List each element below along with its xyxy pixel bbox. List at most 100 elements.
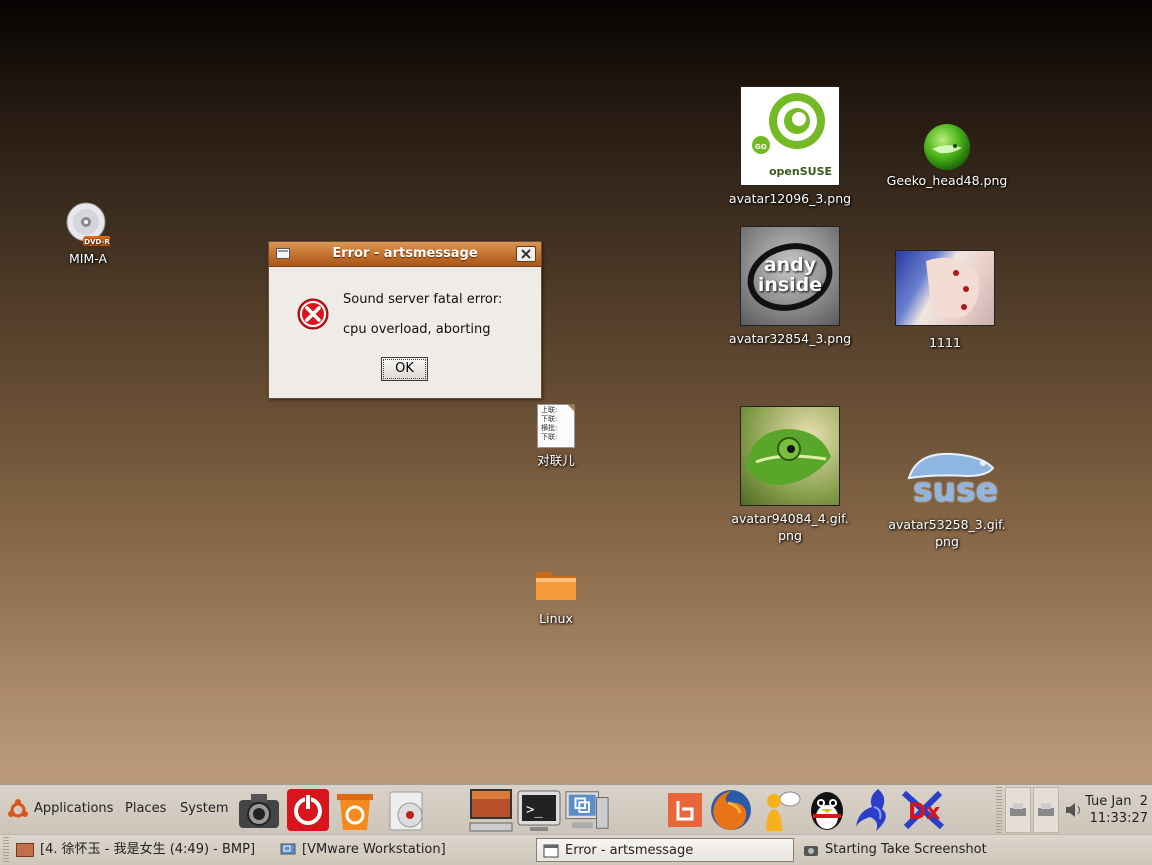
desktop-icon-mim-a[interactable]: DVD-R MIM-A: [60, 202, 116, 267]
andy-text: andy inside: [757, 254, 823, 296]
icon-label: avatar53258_3.gif.: [888, 517, 1006, 532]
desktop-icon-avatar32854[interactable]: andy inside avatar32854_3.png: [720, 226, 860, 347]
cd-player-icon: [389, 791, 423, 831]
monitor-launcher[interactable]: [468, 787, 514, 833]
blue-bird-icon: [856, 789, 886, 831]
volume-icon[interactable]: [1064, 801, 1084, 819]
window-small-icon: [543, 844, 559, 857]
power-icon: [287, 789, 329, 831]
opensuse-text: openSUSE: [769, 165, 833, 178]
icon-label: avatar94084_4.gif.: [731, 511, 849, 526]
close-icon: [521, 249, 531, 259]
close-button[interactable]: [516, 246, 536, 262]
icon-label: Linux: [539, 611, 573, 626]
dx-launcher[interactable]: Dx: [900, 787, 946, 833]
monitor-icon: [469, 789, 513, 832]
panel-handle[interactable]: [3, 837, 9, 863]
file-line: 下联:: [541, 415, 558, 423]
taskbar-item-error-dialog[interactable]: Error - artsmessage: [536, 838, 794, 862]
clock[interactable]: Tue Jan 2 11:33:27: [1085, 793, 1148, 827]
power-launcher[interactable]: [285, 787, 331, 833]
menu-applications[interactable]: Applications: [34, 801, 113, 816]
error-message-line1: Sound server fatal error:: [343, 292, 503, 307]
error-dialog: Error - artsmessage Sound server fatal e…: [268, 241, 542, 399]
cd-player-launcher[interactable]: [383, 787, 429, 833]
camera-small-icon: [804, 845, 818, 856]
firefox-launcher[interactable]: [708, 787, 754, 833]
task-label: [VMware Workstation]: [302, 842, 446, 857]
file-line: 下联:: [541, 433, 558, 441]
ok-button[interactable]: OK: [381, 357, 428, 381]
svg-text:DVD-R: DVD-R: [84, 238, 110, 246]
printer-applet-2[interactable]: [1033, 787, 1059, 833]
desktop-icon-linux-folder[interactable]: Linux: [528, 566, 584, 627]
messenger-launcher[interactable]: [756, 787, 802, 833]
launcher-panel: Applications Places System >_ Dx Tue Jan…: [0, 784, 1152, 835]
window-menu-icon[interactable]: [276, 248, 290, 259]
taskbar-item-screenshot[interactable]: Starting Take Screenshot: [803, 838, 987, 862]
blue-bird-launcher[interactable]: [852, 787, 898, 833]
menu-system[interactable]: System: [180, 801, 228, 816]
recycle-launcher[interactable]: [332, 787, 378, 833]
messenger-icon: [766, 791, 801, 831]
taskbar-item-vmware[interactable]: [VMware Workstation]: [280, 838, 446, 862]
andy-inside-thumb: andy inside: [740, 226, 840, 326]
icon-label: avatar32854_3.png: [728, 331, 852, 346]
suse-logo-thumb: suse: [897, 446, 999, 510]
app-b-icon: [668, 793, 702, 827]
error-icon: [297, 298, 329, 330]
terminal-launcher[interactable]: >_: [516, 787, 562, 833]
icon-label-line2: png: [935, 534, 959, 549]
vmware-launcher[interactable]: [564, 787, 610, 833]
file-line: 上联:: [541, 406, 558, 414]
desktop-icon-avatar12096[interactable]: GO openSUSE avatar12096_3.png: [720, 86, 860, 207]
dialog-titlebar[interactable]: Error - artsmessage: [269, 242, 541, 267]
ok-label: OK: [383, 359, 426, 379]
desktop-icon-avatar53258[interactable]: suse avatar53258_3.gif. png: [880, 446, 1014, 550]
go-text: GO: [755, 143, 767, 151]
camera-launcher[interactable]: [236, 787, 282, 833]
clock-date: Tue Jan 2: [1085, 794, 1148, 809]
panel-handle[interactable]: [996, 787, 1002, 833]
hand-photo-thumb: [895, 250, 995, 326]
svg-text:Dx: Dx: [908, 800, 940, 825]
vmware-icon: [565, 791, 609, 829]
printer-applet-1[interactable]: [1005, 787, 1031, 833]
qq-launcher[interactable]: [804, 787, 850, 833]
desktop-icon-text-file[interactable]: 上联: 下联: 横批: 下联: 对联儿: [530, 404, 582, 469]
suse-text: suse: [913, 470, 999, 509]
dialog-title: Error - artsmessage: [332, 246, 478, 261]
window-list-panel: [4. 徐怀玉 - 我是女生 (4:49) - BMP] [VMware Wor…: [0, 834, 1152, 865]
vmware-small-icon: [280, 843, 296, 854]
file-line: 横批:: [541, 424, 558, 432]
desktop-icon-avatar94084[interactable]: avatar94084_4.gif. png: [720, 406, 860, 544]
ubuntu-logo-icon[interactable]: [7, 799, 29, 821]
icon-label: Geeko_head48.png: [886, 173, 1008, 188]
app-b-launcher[interactable]: [662, 787, 708, 833]
recycle-icon: [337, 794, 373, 830]
desktop-icon-1111[interactable]: 1111: [894, 250, 996, 351]
error-message-line2: cpu overload, aborting: [343, 322, 491, 337]
icon-label: avatar12096_3.png: [728, 191, 852, 206]
menu-places[interactable]: Places: [125, 801, 166, 816]
dvd-r-icon: DVD-R: [66, 202, 110, 246]
icon-label-line2: png: [778, 528, 802, 543]
printer-icon: [1038, 803, 1054, 816]
text-file-icon: 上联: 下联: 横批: 下联:: [537, 404, 575, 448]
bmp-app-icon: [16, 842, 34, 857]
clock-time: 11:33:27: [1089, 811, 1148, 826]
printer-icon: [1010, 803, 1026, 816]
camera-icon: [239, 794, 279, 828]
firefox-icon: [711, 790, 751, 830]
dx-icon: Dx: [901, 790, 945, 830]
qq-penguin-icon: [811, 792, 843, 830]
task-label: [4. 徐怀玉 - 我是女生 (4:49) - BMP]: [40, 842, 256, 857]
chameleon-thumb: [740, 406, 840, 506]
icon-label: MIM-A: [68, 251, 108, 266]
icon-label: 对联儿: [537, 453, 575, 468]
taskbar-item-music-player[interactable]: [4. 徐怀玉 - 我是女生 (4:49) - BMP]: [16, 838, 255, 862]
svg-text:>_: >_: [526, 802, 543, 818]
terminal-icon: >_: [517, 790, 561, 831]
geeko-icon: [924, 124, 970, 170]
desktop-icon-geeko-head[interactable]: Geeko_head48.png: [880, 122, 1014, 189]
